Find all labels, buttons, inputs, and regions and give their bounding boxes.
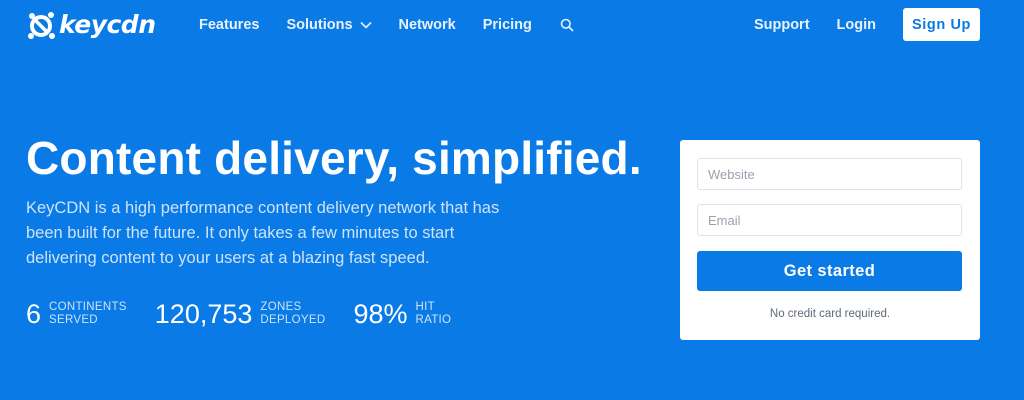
stat-label-line: DEPLOYED [260, 314, 326, 326]
stat-value: 6 [26, 299, 42, 329]
keycdn-logo[interactable]: keycdn [26, 8, 156, 42]
support-link[interactable]: Support [754, 17, 810, 33]
site-header: keycdn Features Solutions Network Pricin… [0, 0, 1024, 50]
logo-wordmark: keycdn [59, 10, 156, 39]
stat-continents: 6 CONTINENTS SERVED [26, 299, 127, 329]
email-input[interactable] [697, 204, 962, 236]
login-link[interactable]: Login [837, 17, 876, 33]
stat-label-line: HIT [415, 301, 435, 313]
hero-title: Content delivery, simplified. [26, 132, 642, 184]
get-started-button[interactable]: Get started [697, 251, 962, 291]
stats-row: 6 CONTINENTS SERVED 120,753 ZONES DEPLOY… [26, 296, 479, 332]
nav-pricing[interactable]: Pricing [483, 17, 532, 33]
sign-up-button[interactable]: Sign Up [903, 8, 980, 41]
website-input[interactable] [697, 158, 962, 190]
nav-solutions[interactable]: Solutions [286, 17, 372, 33]
stat-label-line: ZONES [260, 301, 302, 313]
stat-value: 98% [353, 299, 408, 329]
hero-description: KeyCDN is a high performance content del… [26, 199, 500, 267]
main-nav: Features Solutions Network Pricing [199, 15, 574, 35]
stat-label: ZONES DEPLOYED [260, 301, 325, 327]
stat-value: 120,753 [154, 299, 253, 329]
stat-label-line: RATIO [415, 314, 452, 326]
nav-network[interactable]: Network [399, 17, 456, 33]
stat-label-line: SERVED [49, 314, 98, 326]
nav-features[interactable]: Features [199, 17, 259, 33]
signup-form-card: Get started No credit card required. [680, 140, 980, 340]
search-icon[interactable] [560, 18, 574, 32]
stat-zones: 120,753 ZONES DEPLOYED [155, 299, 326, 329]
stat-hit-ratio: 98% HIT RATIO [353, 299, 451, 329]
stat-label-line: CONTINENTS [49, 301, 127, 313]
chevron-down-icon [359, 21, 372, 29]
nav-solutions-label: Solutions [286, 17, 353, 33]
stat-label: HIT RATIO [415, 301, 451, 327]
stat-label: CONTINENTS SERVED [49, 301, 127, 327]
no-credit-card-note: No credit card required. [769, 308, 891, 320]
account-nav: Support Login Sign Up [754, 8, 980, 41]
keycdn-logo-icon [28, 12, 55, 39]
